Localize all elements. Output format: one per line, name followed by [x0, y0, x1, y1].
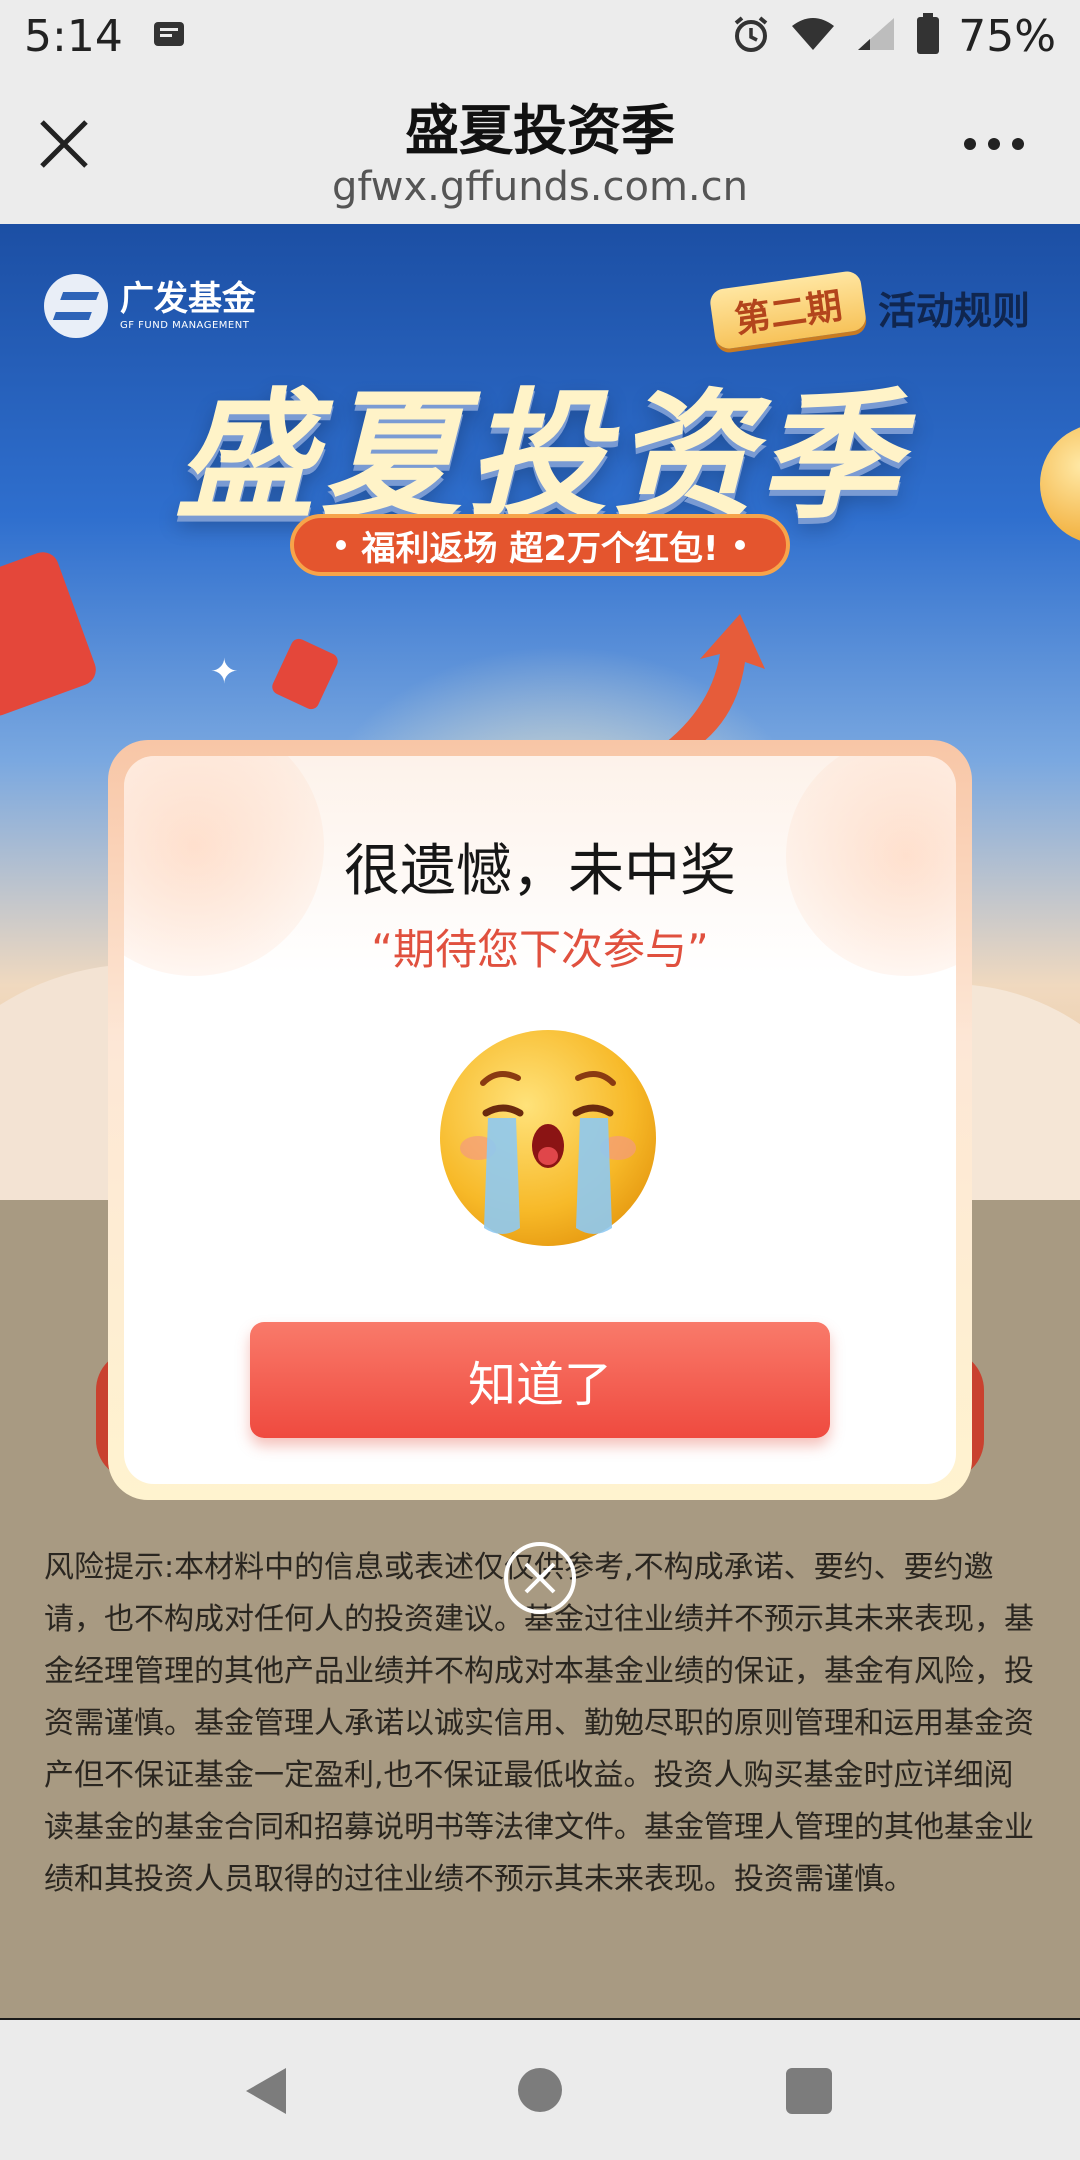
- acknowledge-button[interactable]: 知道了: [250, 1322, 830, 1438]
- status-icons: 75%: [730, 11, 1056, 62]
- cell-signal-icon: [854, 14, 898, 58]
- back-icon[interactable]: [244, 2066, 288, 2116]
- home-icon[interactable]: [518, 2068, 562, 2112]
- recent-apps-icon[interactable]: [786, 2068, 832, 2114]
- screen: 5:14 75% 盛夏投资季 gfwx.gffunds.com.cn ✦ 广发基…: [0, 0, 1080, 2160]
- status-bar: 5:14 75%: [0, 0, 1080, 72]
- page-url: gfwx.gffunds.com.cn: [332, 164, 748, 210]
- dialog-title: 很遗憾，未中奖: [344, 839, 736, 904]
- page-title: 盛夏投资季: [405, 99, 675, 162]
- crying-face-icon: [438, 1028, 658, 1248]
- message-notification-icon: [151, 16, 187, 56]
- system-nav-bar: [0, 2018, 1080, 2160]
- more-menu-icon[interactable]: [964, 132, 1024, 156]
- alarm-icon: [730, 13, 772, 59]
- dialog-subtitle: “期待您下次参与”: [371, 925, 709, 974]
- battery-icon: [916, 13, 940, 59]
- circle-close-icon[interactable]: [502, 1540, 578, 1616]
- browser-header: 盛夏投资季 gfwx.gffunds.com.cn: [0, 72, 1080, 225]
- wifi-icon: [790, 14, 836, 58]
- result-dialog: 很遗憾，未中奖 “期待您下次参与” 知道了: [108, 740, 972, 1500]
- battery-percent: 75%: [958, 10, 1056, 62]
- status-time: 5:14: [24, 10, 123, 62]
